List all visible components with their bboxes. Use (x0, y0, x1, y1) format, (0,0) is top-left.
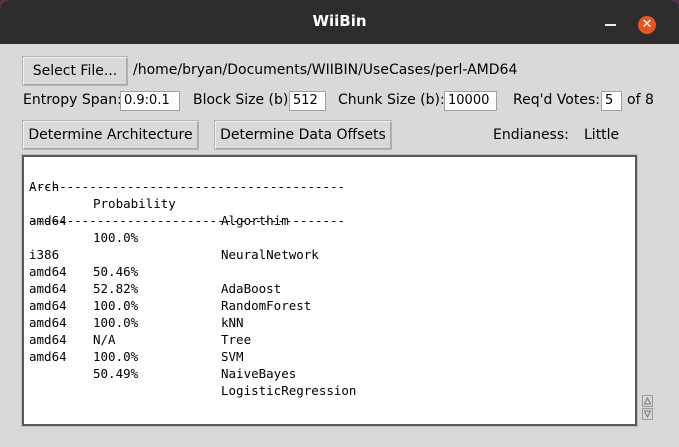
endianness-value: Little (584, 127, 620, 143)
block-size-label: Block Size (b): (193, 92, 294, 108)
divider-line: ----------------------------------------… (29, 179, 346, 194)
block-size-input[interactable]: 512 (289, 91, 326, 111)
result-row: amd64 50.49% LogisticRegression (29, 331, 635, 398)
chunk-size-input[interactable]: 10000 (444, 91, 497, 111)
summary-row: amd64 100.0% NeuralNetwork (29, 195, 635, 262)
divider-line: ----------------------------------------… (29, 213, 346, 228)
results-header-row: Arch Probability Algorthim (29, 161, 635, 228)
main-panel: Select File... /home/bryan/Documents/WII… (10, 44, 669, 438)
determine-architecture-button[interactable]: Determine Architecture (22, 120, 199, 150)
result-arch: amd64 (29, 349, 67, 364)
result-probability: 100.0% (93, 349, 139, 364)
result-row: amd64 100.0% Tree (29, 280, 635, 347)
determine-data-offsets-button[interactable]: Determine Data Offsets (214, 120, 392, 150)
scroll-down-arrow-icon[interactable] (642, 408, 653, 420)
file-path-label: /home/bryan/Documents/WIIBIN/UseCases/pe… (133, 62, 518, 78)
title-bar[interactable]: WiiBin ✕ (0, 0, 679, 44)
result-algorithm: SVM (221, 349, 244, 364)
result-algorithm: LogisticRegression (221, 383, 357, 398)
entropy-span-label: Entropy Span: (23, 92, 122, 108)
result-row: amd64 N/A SVM (29, 297, 635, 364)
results-textarea[interactable]: Arch Probability Algorthim -------------… (21, 154, 638, 427)
result-row: amd64 52.82% RandomForest (29, 246, 635, 313)
close-button[interactable]: ✕ (638, 16, 656, 34)
app-window: WiiBin ✕ Select File... /home/bryan/Docu… (0, 0, 679, 447)
votes-total-label: of 8 (627, 92, 654, 108)
scroll-up-arrow-icon[interactable] (642, 395, 653, 407)
required-votes-label: Req'd Votes: (513, 92, 600, 108)
required-votes-input[interactable]: 5 (601, 91, 622, 111)
select-file-button[interactable]: Select File... (22, 56, 128, 86)
minimize-button[interactable] (604, 14, 618, 28)
entropy-span-input[interactable]: 0.9:0.1 (120, 91, 180, 111)
result-algorithm: NaiveBayes (221, 366, 297, 381)
endianness-label: Endianess: (493, 127, 569, 143)
result-row: amd64 100.0% kNN (29, 263, 635, 330)
chunk-size-label: Chunk Size (b): (338, 92, 445, 108)
result-row: i386 50.46% AdaBoost (29, 229, 635, 296)
result-probability: 50.49% (93, 366, 139, 381)
window-title: WiiBin (312, 12, 367, 30)
result-row: amd64 100.0% NaiveBayes (29, 314, 635, 381)
